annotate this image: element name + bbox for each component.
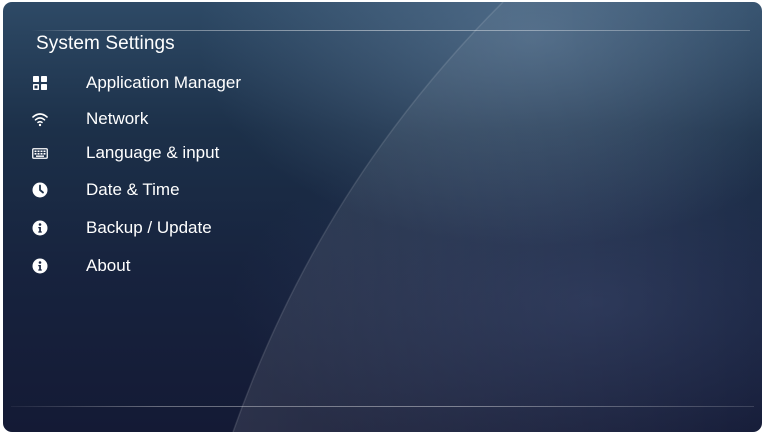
apps-grid-icon bbox=[31, 74, 49, 92]
menu-item-language-input[interactable]: Language & input bbox=[27, 138, 407, 168]
settings-menu: Application Manager Network Language & i… bbox=[3, 2, 423, 432]
menu-item-network[interactable]: Network bbox=[27, 104, 407, 134]
menu-item-label: Network bbox=[86, 109, 149, 128]
info-icon bbox=[31, 257, 49, 275]
bottom-divider bbox=[11, 406, 754, 407]
clock-icon bbox=[31, 181, 49, 199]
menu-item-label: Date & Time bbox=[86, 180, 180, 199]
keyboard-icon bbox=[31, 144, 49, 162]
menu-item-label: Application Manager bbox=[86, 73, 241, 92]
menu-item-label: Language & input bbox=[86, 143, 220, 162]
menu-item-about[interactable]: About bbox=[27, 251, 407, 281]
wifi-icon bbox=[31, 110, 49, 128]
settings-screen: System Settings Application Manager Netw… bbox=[3, 2, 762, 432]
menu-item-backup-update[interactable]: Backup / Update bbox=[27, 213, 407, 243]
menu-item-label: Backup / Update bbox=[86, 218, 212, 237]
menu-item-date-time[interactable]: Date & Time bbox=[27, 175, 407, 205]
menu-item-label: About bbox=[86, 256, 131, 275]
menu-item-application-manager[interactable]: Application Manager bbox=[27, 68, 407, 98]
info-icon bbox=[31, 219, 49, 237]
